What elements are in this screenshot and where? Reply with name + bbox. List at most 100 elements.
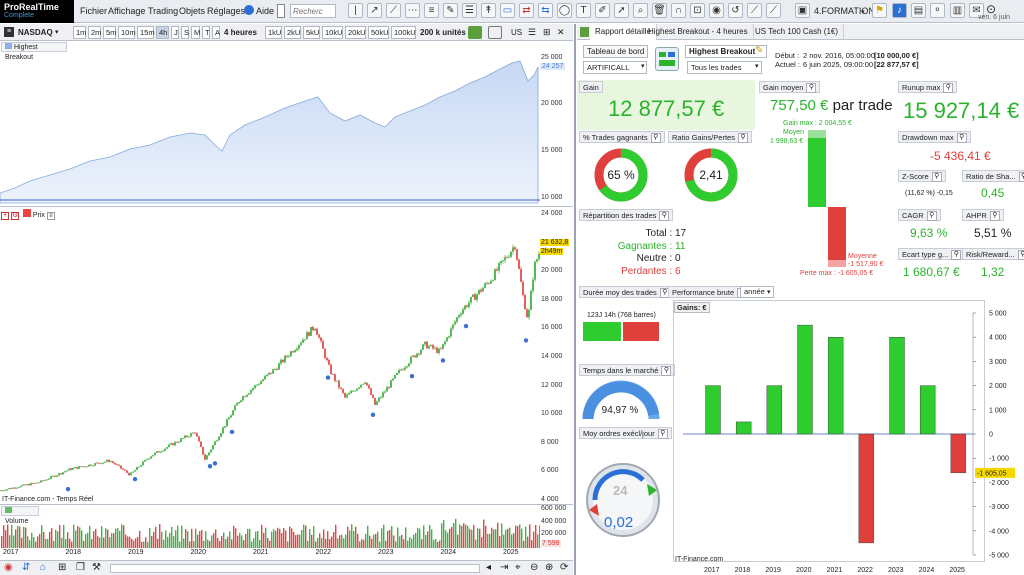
pin-icon[interactable]: ⚲ [650,133,661,144]
pin-icon[interactable]: ⚲ [989,211,1000,222]
splitter[interactable] [574,24,576,575]
trend-tool-2-icon[interactable]: ⟋ [766,3,781,18]
fibonacci-tool-icon[interactable]: ☰ [462,3,477,18]
chevron-down-icon[interactable]: ▾ [767,288,771,296]
menu-trading[interactable]: Trading [148,6,178,16]
refresh-icon[interactable]: ⟳ [560,562,568,573]
trades-filter-select[interactable]: Tous les trades [687,61,762,74]
gain-header[interactable]: Gain [579,81,603,93]
tf-4h[interactable]: 4h [156,26,169,39]
tab-instrument[interactable]: US Tech 100 Cash (1€) [750,24,845,40]
pin-icon[interactable]: ⚲ [661,366,672,377]
edit-icon[interactable]: ✎ [755,45,763,56]
save-icon[interactable]: ▣ [795,3,810,18]
layout-icon[interactable]: ⊞ [543,27,551,38]
temps-header[interactable]: Temps dans le marché ⚲ [579,364,676,377]
camera-icon[interactable]: ▥ [950,3,965,18]
text-tool-icon[interactable]: T [576,3,591,18]
chat-icon[interactable]: ▤ [911,3,926,18]
units-select[interactable]: 200 k unités [420,28,466,37]
close-icon[interactable]: ✕ [557,27,565,38]
pin-icon[interactable]: ⚲ [806,83,817,94]
zoom-icon[interactable]: ⌕ [633,3,648,18]
equity-pane-header[interactable]: Highest Breakout [1,42,67,61]
flag-icon[interactable]: ⚑ [872,3,887,18]
zoom-fit-icon[interactable]: ⌖ [515,562,521,573]
duree-header[interactable]: Durée moy des trades ⚲ [579,286,674,299]
chevron-down-icon[interactable]: ▾ [755,62,759,70]
pin-icon[interactable]: ⚲ [926,211,937,222]
tf-5m[interactable]: 5m [103,26,116,39]
perf-bar-chart[interactable]: 5 000 4 000 3 000 2 000 1 000 0 -1 000 -2 000 -3… [673,300,1018,575]
tick-5ku[interactable]: 5kU [303,26,320,39]
volume-pane-header[interactable]: Volume [1,506,39,525]
tools-icon[interactable]: ⚒ [92,562,101,573]
risk-header[interactable]: Risk/Reward... ⚲ [962,248,1024,261]
pin-icon[interactable]: ⚲ [659,211,670,222]
tf-10m[interactable]: 10m [118,26,136,39]
chevron-down-icon[interactable]: ▾ [55,28,59,36]
tick-100ku[interactable]: 100kU [391,26,416,39]
horizontal-scrollbar[interactable] [110,564,480,573]
pencil-tool-icon[interactable]: ✎ [443,3,458,18]
brush-tool-icon[interactable]: ✐ [595,3,610,18]
tick-2ku[interactable]: 2kU [284,26,301,39]
ellipse-tool-icon[interactable]: ◯ [557,3,572,18]
channel-tool-icon[interactable]: ≡ [424,3,439,18]
runup-header[interactable]: Runup max ⚲ [898,81,958,94]
dashboard-icon[interactable] [655,47,679,71]
instrument-list-icon[interactable]: ≡ [4,27,14,37]
segment-tool-icon[interactable]: ⟋ [386,3,401,18]
cursor-icon[interactable]: | [348,3,363,18]
pin-icon[interactable]: ⚲ [931,172,942,183]
tf-2m[interactable]: 2m [88,26,101,39]
dashboard-value-select[interactable]: ARTIFICALL [583,61,647,74]
ecart-header[interactable]: Ecart type g... ⚲ [898,248,966,261]
pct-gagnants-header[interactable]: % Trades gagnants ⚲ [579,131,665,144]
tf-j[interactable]: J [171,26,179,39]
period-select[interactable]: 4 heures [224,28,257,37]
tick-1ku[interactable]: 1kU [265,26,282,39]
ratio-header[interactable]: Ratio Gains/Pertes ⚲ [668,131,752,144]
pin-icon[interactable]: ⚲ [943,83,954,94]
reset-icon[interactable]: ↺ [728,3,743,18]
search-input[interactable] [290,4,336,18]
drawdown-header[interactable]: Drawdown max ⚲ [898,131,971,144]
indicator-icon[interactable] [488,26,502,39]
magnet-icon[interactable]: ∩ [671,3,686,18]
eye-icon[interactable]: ◉ [709,3,724,18]
connection-icon[interactable]: ⚬ [930,3,945,18]
workspace-select[interactable]: 4.FORMATION [814,6,875,16]
arrow-left-icon[interactable]: ◂ [486,562,491,573]
instrument-icon[interactable] [277,4,285,18]
tf-m[interactable]: M [191,26,200,39]
zoom-out-icon[interactable]: ⊖ [530,562,538,573]
zoom-in-icon[interactable]: ⊕ [545,562,553,573]
tf-15m[interactable]: 15m [137,26,155,39]
polyline-tool-icon[interactable]: ⋯ [405,3,420,18]
volume-chart[interactable] [0,516,540,548]
price-chart[interactable] [0,212,540,502]
gain-moyen-header[interactable]: Gain moyen ⚲ [759,81,821,94]
backtest-icon[interactable] [468,26,482,39]
perf-header[interactable]: Performance brute⚲ [668,286,752,299]
copy-icon[interactable]: ❐ [76,562,85,573]
menu-affichage[interactable]: Affichage [108,6,145,16]
grid-icon[interactable]: ⊞ [58,562,66,573]
arrow-tool-icon[interactable]: ⇄ [519,3,534,18]
repartition-header[interactable]: Répartition des trades ⚲ [579,209,674,222]
chevron-down-icon[interactable]: ▾ [641,62,645,70]
tab-system[interactable]: Highest Breakout - 4 heures [643,24,754,40]
pin-icon[interactable]: ⚲ [1018,172,1024,183]
shape-tool-icon[interactable]: ⇆ [538,3,553,18]
trash-icon[interactable]: 🗑 [652,3,667,18]
pointer-tool-icon[interactable]: ➚ [614,3,629,18]
help-icon[interactable] [244,5,254,15]
instrument-select[interactable]: NASDAQ [18,28,53,37]
pin-icon[interactable]: ⚲ [737,133,748,144]
lock-icon[interactable]: ⊡ [690,3,705,18]
sound-icon[interactable]: ♪ [892,3,907,18]
rectangle-tool-icon[interactable]: ▭ [500,3,515,18]
menu-fichier[interactable]: Fichier [80,6,107,16]
tf-s[interactable]: S [181,26,189,39]
